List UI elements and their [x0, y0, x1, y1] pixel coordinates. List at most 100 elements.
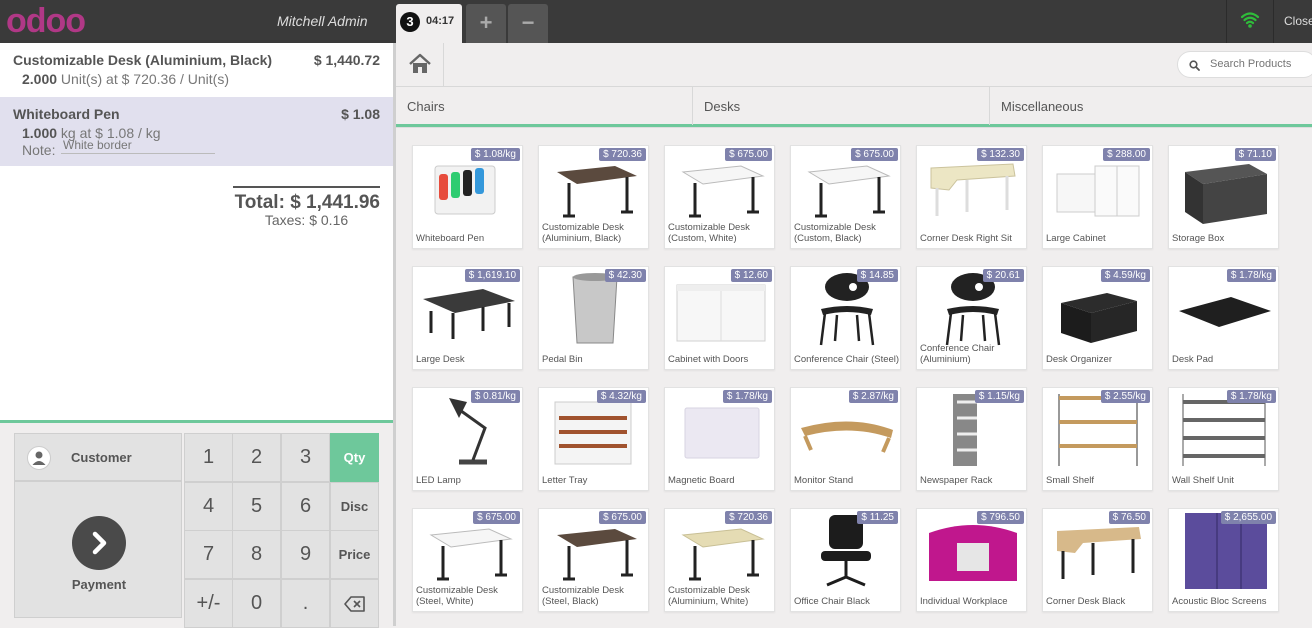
- payment-button[interactable]: Payment: [14, 481, 182, 618]
- numpad-key-4[interactable]: 4: [184, 482, 233, 531]
- search-box[interactable]: [1177, 51, 1312, 78]
- product-card[interactable]: $ 675.00 Customizable Desk (Custom, Black…: [790, 145, 901, 249]
- product-name: Small Shelf: [1046, 475, 1095, 486]
- customer-button[interactable]: Customer: [14, 433, 182, 481]
- delete-order-button[interactable]: −: [508, 4, 548, 43]
- top-bar: odoo Mitchell Admin 3 04:17 + − Close: [0, 0, 1312, 43]
- order-total: Total: $ 1,441.96: [234, 192, 380, 213]
- numpad-key-9[interactable]: 9: [281, 530, 330, 579]
- category-desks[interactable]: Desks: [693, 87, 990, 125]
- product-card[interactable]: $ 20.61 Conference Chair (Aluminium): [916, 266, 1027, 370]
- product-name: Office Chair Black: [794, 596, 870, 607]
- home-icon[interactable]: [396, 43, 444, 86]
- product-price-tag: $ 2.87/kg: [848, 390, 898, 403]
- numpad-key-7[interactable]: 7: [184, 530, 233, 579]
- numpad-key-0[interactable]: 0: [232, 579, 281, 628]
- product-card[interactable]: $ 76.50 Corner Desk Black: [1042, 508, 1153, 612]
- product-price-tag: $ 1.08/kg: [470, 148, 520, 161]
- add-order-button[interactable]: +: [466, 4, 506, 43]
- product-name: Individual Workplace: [920, 596, 1008, 607]
- numpad-key-dot[interactable]: .: [281, 579, 330, 628]
- numpad-key-1[interactable]: 1: [184, 433, 233, 482]
- product-name: Conference Chair (Aluminium): [920, 343, 995, 365]
- product-card[interactable]: $ 2.55/kg Small Shelf: [1042, 387, 1153, 491]
- orderline-qty: 1.000: [22, 125, 58, 141]
- logo-text: odoo: [6, 2, 86, 40]
- numpad-key-5[interactable]: 5: [232, 482, 281, 531]
- search-input[interactable]: [1210, 58, 1312, 70]
- product-card[interactable]: $ 1.15/kg Newspaper Rack: [916, 387, 1027, 491]
- product-name: Corner Desk Right Sit: [920, 233, 1012, 244]
- product-price-tag: $ 1.15/kg: [974, 390, 1024, 403]
- product-name: Conference Chair (Steel): [794, 354, 900, 365]
- orderline-product-name: Whiteboard Pen: [13, 106, 120, 122]
- product-card[interactable]: $ 288.00 Large Cabinet: [1042, 145, 1153, 249]
- orderline-qty: 2.000: [22, 71, 58, 87]
- category-bar: Chairs Desks Miscellaneous: [396, 86, 1312, 127]
- orderline-selected[interactable]: Whiteboard Pen $ 1.08 1.000 kg at $ 1.08…: [0, 97, 393, 166]
- product-card[interactable]: $ 720.36 Customizable Desk (Aluminium, Wh…: [664, 508, 775, 612]
- mode-disc-button[interactable]: Disc: [330, 482, 379, 531]
- product-card[interactable]: $ 675.00 Customizable Desk (Custom, White…: [664, 145, 775, 249]
- product-card[interactable]: $ 1.78/kg Desk Pad: [1168, 266, 1279, 370]
- numpad-key-6[interactable]: 6: [281, 482, 330, 531]
- product-price-tag: $ 71.10: [1234, 148, 1276, 161]
- product-card[interactable]: $ 14.85 Conference Chair (Steel): [790, 266, 901, 370]
- product-name: Large Desk: [416, 354, 465, 365]
- product-card[interactable]: $ 4.32/kg Letter Tray: [538, 387, 649, 491]
- product-card[interactable]: $ 132.30 Corner Desk Right Sit: [916, 145, 1027, 249]
- product-price-tag: $ 11.25: [857, 511, 898, 524]
- product-card[interactable]: $ 12.60 Cabinet with Doors: [664, 266, 775, 370]
- numpad-key-plus-minus[interactable]: +/-: [184, 579, 233, 628]
- wifi-icon[interactable]: [1226, 0, 1274, 43]
- product-card[interactable]: $ 1.08/kg Whiteboard Pen: [412, 145, 523, 249]
- order-tab[interactable]: 3 04:17: [396, 4, 462, 43]
- product-price-tag: $ 76.50: [1108, 511, 1150, 524]
- product-name: Desk Organizer: [1046, 354, 1112, 365]
- product-name: Large Cabinet: [1046, 233, 1106, 244]
- orderline-info: 2.000 Unit(s) at $ 720.36 / Unit(s): [22, 71, 380, 87]
- category-chairs[interactable]: Chairs: [396, 87, 693, 125]
- product-card[interactable]: $ 675.00 Customizable Desk (Steel, White): [412, 508, 523, 612]
- orderline[interactable]: Customizable Desk (Aluminium, Black) $ 1…: [0, 43, 393, 97]
- product-price-tag: $ 0.81/kg: [470, 390, 520, 403]
- product-name: Pedal Bin: [542, 354, 583, 365]
- product-card[interactable]: $ 0.81/kg LED Lamp: [412, 387, 523, 491]
- product-card[interactable]: $ 1.78/kg Magnetic Board: [664, 387, 775, 491]
- product-price-tag: $ 720.36: [725, 511, 772, 524]
- product-card[interactable]: $ 1,619.10 Large Desk: [412, 266, 523, 370]
- product-card[interactable]: $ 42.30 Pedal Bin: [538, 266, 649, 370]
- username[interactable]: Mitchell Admin: [277, 13, 368, 29]
- product-card[interactable]: $ 2.87/kg Monitor Stand: [790, 387, 901, 491]
- product-price-tag: $ 1.78/kg: [1226, 269, 1276, 282]
- product-card[interactable]: $ 11.25 Office Chair Black: [790, 508, 901, 612]
- numpad-key-3[interactable]: 3: [281, 433, 330, 482]
- mode-price-button[interactable]: Price: [330, 530, 379, 579]
- product-card[interactable]: $ 720.36 Customizable Desk (Aluminium, Bl…: [538, 145, 649, 249]
- product-price-tag: $ 4.59/kg: [1100, 269, 1150, 282]
- product-price-tag: $ 2,655.00: [1220, 511, 1276, 524]
- payment-label: Payment: [71, 577, 127, 592]
- orderline-note-input[interactable]: [61, 137, 215, 154]
- close-button[interactable]: Close: [1284, 14, 1312, 28]
- orderline-price: $ 1.08: [341, 106, 380, 122]
- product-card[interactable]: $ 2,655.00 Acoustic Bloc Screens: [1168, 508, 1279, 612]
- mode-qty-button[interactable]: Qty: [330, 433, 379, 482]
- product-price-tag: $ 4.32/kg: [596, 390, 646, 403]
- backspace-button[interactable]: [330, 579, 379, 628]
- product-price-tag: $ 12.60: [730, 269, 772, 282]
- product-card[interactable]: $ 71.10 Storage Box: [1168, 145, 1279, 249]
- product-card[interactable]: $ 4.59/kg Desk Organizer: [1042, 266, 1153, 370]
- product-card[interactable]: $ 675.00 Customizable Desk (Steel, Black): [538, 508, 649, 612]
- numpad-key-8[interactable]: 8: [232, 530, 281, 579]
- numpad-key-2[interactable]: 2: [232, 433, 281, 482]
- product-name: Customizable Desk (Custom, Black): [794, 222, 876, 244]
- category-miscellaneous[interactable]: Miscellaneous: [990, 87, 1312, 125]
- order-time: 04:17: [426, 15, 455, 27]
- product-name: Wall Shelf Unit: [1172, 475, 1234, 486]
- product-card[interactable]: $ 1.78/kg Wall Shelf Unit: [1168, 387, 1279, 491]
- product-card[interactable]: $ 796.50 Individual Workplace: [916, 508, 1027, 612]
- product-name: Cabinet with Doors: [668, 354, 749, 365]
- product-screen: Chairs Desks Miscellaneous $ 1.08/kg Whit…: [396, 43, 1312, 626]
- product-name: Letter Tray: [542, 475, 588, 486]
